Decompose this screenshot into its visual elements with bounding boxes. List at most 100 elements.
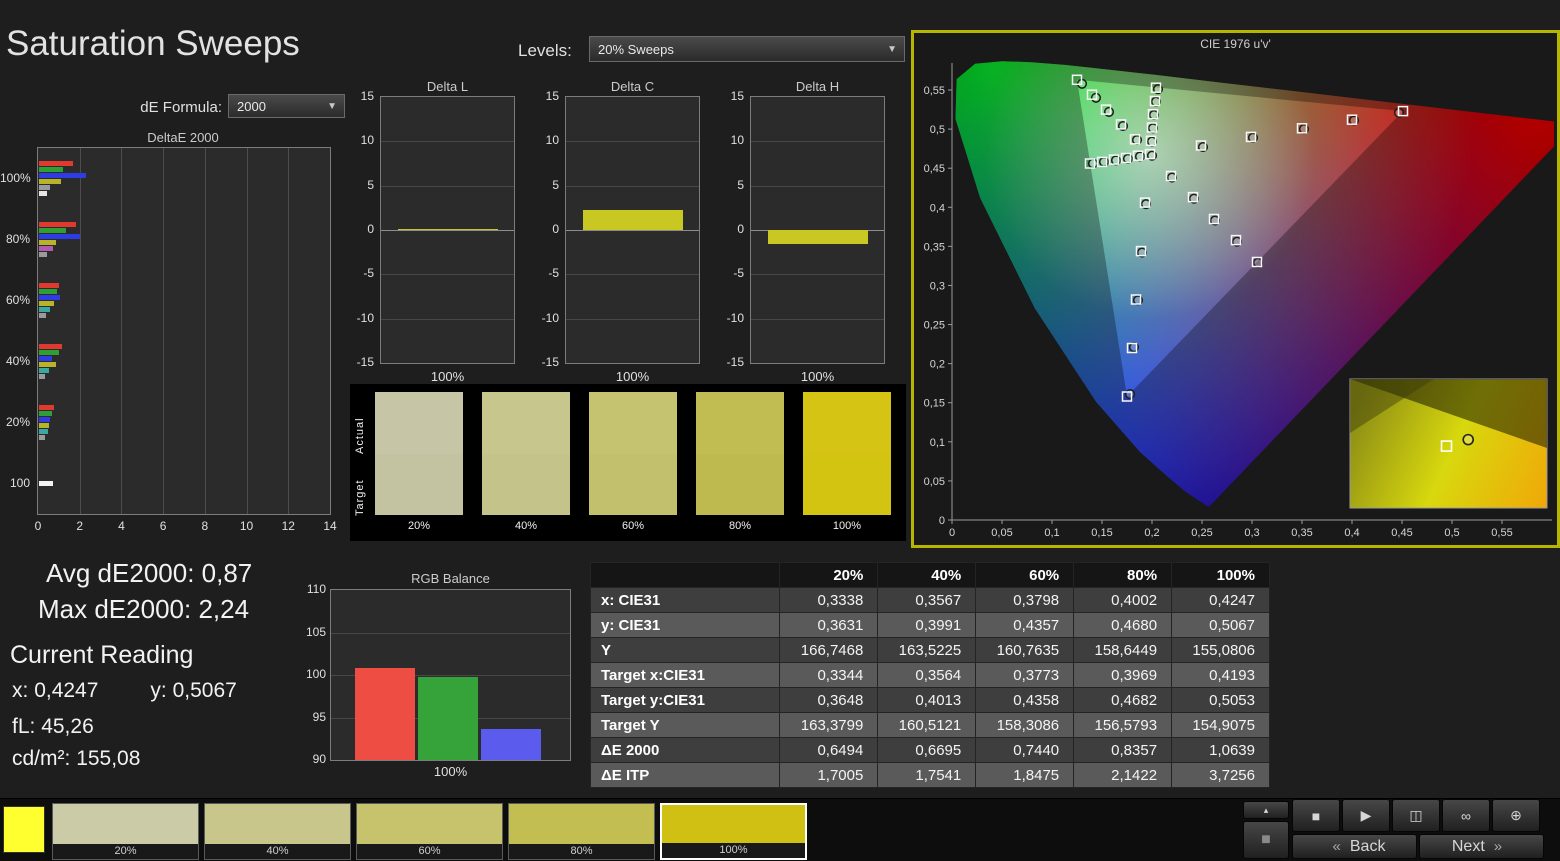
saturation-tile-60%[interactable]: 60% [356,803,503,860]
table-cell: 0,3969 [1073,662,1173,688]
loop-button[interactable]: ∞ [1442,799,1490,832]
gridline [288,148,290,514]
deltae2000-x-axis: 0 2 4 6 8 10 12 14 [34,519,337,533]
bar [39,179,62,184]
double-chevron-right-icon: » [1493,838,1503,855]
measurement-marker [1103,106,1115,117]
axis-tick-label: 0,35 [924,241,945,253]
gridline [79,148,81,514]
delta-l-chart[interactable] [380,96,515,364]
axis-tick-label: 14 [323,519,337,533]
gridline [751,141,884,143]
fl-label: fL: [12,715,36,738]
table-cell: 0,6695 [877,737,977,763]
saturation-tile-40%[interactable]: 40% [204,803,351,860]
axis-tick-label: 5 [552,177,559,192]
table-row: y: CIE31 0,3631 0,3991 0,4357 0,4680 0,5067 [589,612,1270,638]
axis-tick-label: 15 [730,89,744,103]
bar [39,307,50,312]
table-cell: 0,5053 [1171,687,1270,713]
bar [39,301,55,306]
table-row-label: x: CIE31 [589,587,781,613]
delta-l-y-axis: 15 10 5 0 -5 -10 -15 [346,89,374,369]
axis-tick-label: -5 [733,266,744,281]
bar [39,368,49,373]
color-swatch [482,392,570,515]
rgb-balance-chart[interactable] [330,589,571,761]
axis-tick-label: 10 [545,133,559,148]
table-column-header: 100% [1171,562,1270,588]
stop-button[interactable]: ■ [1292,799,1340,832]
deltae2000-y-axis: 100% 80% 60% 40% 20% 100 [0,147,33,515]
bar [39,374,46,379]
gridline [381,318,514,320]
target-row-label: Target [354,479,366,516]
axis-tick-label: 0,2 [1144,527,1159,539]
delta-c-chart[interactable] [565,96,700,364]
saturation-tile-80%[interactable]: 80% [508,803,655,860]
axis-tick-label: 105 [305,624,326,639]
swatch-label: 60% [621,520,645,532]
delta-c-chart-title: Delta C [610,79,655,94]
axis-tick-label: 0,5 [1444,527,1459,539]
bar [39,435,45,440]
table-column-header: 60% [975,562,1075,588]
deltae2000-chart[interactable] [37,147,331,515]
gridline [246,148,248,514]
table-cell: 0,4193 [1171,662,1270,688]
tile-label: 100% [662,843,805,858]
panel-toggle-button[interactable]: ▴ [1243,801,1289,819]
cdm2-value: 155,08 [76,747,141,770]
next-button[interactable]: Next » [1419,834,1544,859]
play-button[interactable]: ▶ [1342,799,1390,832]
color-swatch [696,392,784,515]
gridline [566,185,699,187]
table-row: Y 166,7468 163,5225 160,7635 158,6449 155,080… [589,637,1270,663]
axis-tick-label: 60% [5,292,30,307]
gridline [566,274,699,276]
de-formula-dropdown[interactable]: 2000 ▼ [228,94,345,118]
bar [39,240,57,245]
axis-tick-label: 0,35 [1291,527,1312,539]
axis-tick-label: 0,05 [924,476,945,488]
chevron-down-icon: ▼ [327,100,337,112]
gridline [163,148,165,514]
bar [39,283,59,288]
swatch-actual [375,392,463,454]
table-column-header: 40% [877,562,977,588]
target-icon: ⊕ [1510,807,1522,823]
cie-1976-panel[interactable]: CIE 1976 u'v' 0 0,05 0,1 0,15 0,2 0,25 0,3 0,35… [911,30,1560,548]
square-icon: ■ [1261,831,1271,848]
display-mode-button[interactable]: ■ [1243,821,1289,859]
swatch-label: 80% [728,520,752,532]
levels-dropdown[interactable]: 20% Sweeps ▼ [589,36,905,62]
levels-dropdown-value: 20% Sweeps [598,41,674,57]
app-root: Saturation Sweeps Levels: 20% Sweeps ▼ d… [0,0,1560,861]
axis-tick-label: 10 [730,133,744,148]
axis-tick-label: 0 [34,519,42,533]
target-button[interactable]: ⊕ [1492,799,1540,832]
back-button[interactable]: « Back [1292,834,1417,859]
gridline [381,185,514,187]
delta-h-chart[interactable] [750,96,885,364]
axis-tick-label: -15 [726,355,744,369]
tile-color-swatch [509,804,654,844]
table-cell: 0,4357 [975,612,1075,638]
gridline [566,318,699,320]
table-corner [589,562,781,588]
current-xy-stat: x: 0,4247 y: 0,5067 [12,679,237,703]
saturation-tile-20%[interactable]: 20% [52,803,199,860]
loop-icon: ∞ [1461,807,1471,824]
bar [39,167,63,172]
frame-button[interactable]: ◫ [1392,799,1440,832]
table-cell: 1,7005 [779,762,879,788]
bar [39,295,61,300]
table-cell: 0,7440 [975,737,1075,763]
axis-tick-label: -15 [541,355,559,369]
table-row: ΔE 2000 0,6494 0,6695 0,7440 0,8357 1,0639 [589,737,1270,763]
table-cell: 1,7541 [877,762,977,788]
saturation-tile-100%[interactable]: 100% [660,803,807,860]
table-cell: 1,8475 [975,762,1075,788]
bar [39,411,53,416]
table-row-label: Target y:CIE31 [589,687,781,713]
